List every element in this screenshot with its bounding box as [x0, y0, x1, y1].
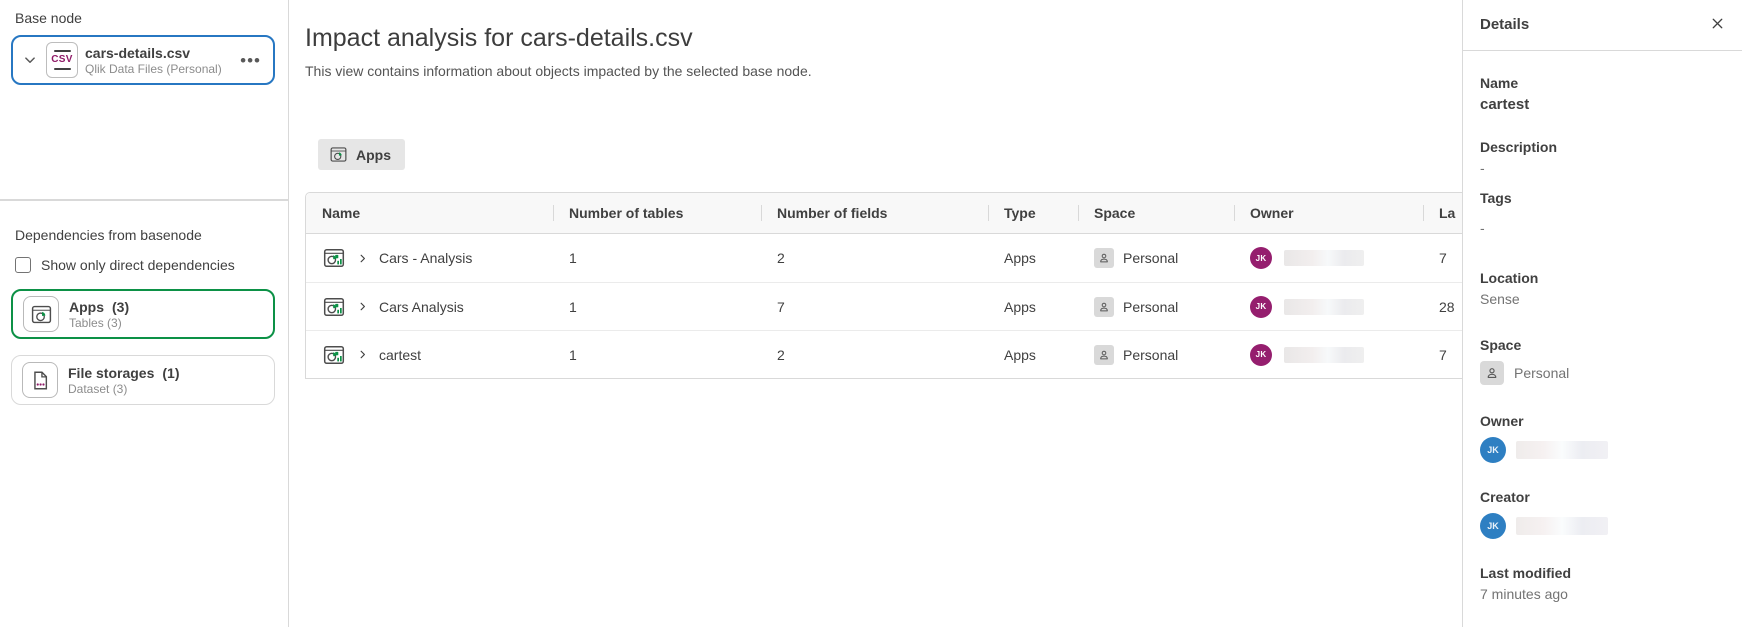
dependency-card-apps[interactable]: Apps (3) Tables (3) [11, 289, 275, 339]
csv-badge-text: CSV [51, 55, 72, 65]
dep-card-subtitle: Dataset (3) [68, 382, 180, 396]
apps-chip-label: Apps [356, 147, 391, 163]
impact-analysis-screen: Base node CSV cars-details.csv Qlik Data… [0, 0, 1742, 627]
dep-card-subtitle: Tables (3) [69, 316, 129, 330]
expand-chevron-icon[interactable] [356, 300, 369, 313]
column-header-name: Name [306, 205, 553, 221]
impact-table: Name Number of tables Number of fields T… [305, 192, 1462, 379]
dep-card-title: Apps [69, 299, 104, 315]
row-last-modified: 7 [1423, 250, 1462, 266]
row-fields: 2 [761, 250, 988, 266]
details-field-last-modified: Last modified 7 minutes ago [1480, 565, 1726, 602]
row-name: Cars - Analysis [379, 250, 472, 266]
details-last-modified-value: 7 minutes ago [1480, 586, 1726, 602]
sidebar-divider [0, 199, 288, 201]
row-space: Personal [1123, 347, 1178, 363]
row-fields: 7 [761, 299, 988, 315]
apps-icon [23, 296, 59, 332]
app-chart-icon [322, 295, 346, 319]
details-field-name: Name cartest [1480, 75, 1726, 113]
row-tables: 1 [553, 299, 761, 315]
column-header-last-modified: La [1423, 205, 1462, 221]
row-space: Personal [1123, 299, 1178, 315]
row-type: Apps [988, 347, 1078, 363]
details-field-location: Location Sense [1480, 270, 1726, 307]
app-chart-icon [322, 246, 346, 270]
close-icon[interactable] [1709, 5, 1726, 32]
details-tags-value: - [1480, 220, 1726, 236]
redacted-owner-name [1516, 441, 1608, 459]
row-name: cartest [379, 347, 421, 363]
row-tables: 1 [553, 250, 761, 266]
page-title: Impact analysis for cars-details.csv [305, 24, 1462, 53]
row-last-modified: 7 [1423, 347, 1462, 363]
personal-space-icon [1094, 248, 1114, 268]
csv-file-icon: CSV [46, 42, 78, 78]
column-header-fields: Number of fields [761, 205, 988, 221]
table-row[interactable]: Cars - Analysis 1 2 Apps Personal JK 7 [306, 234, 1462, 282]
base-node-label: Base node [15, 10, 288, 26]
dep-card-title: File storages [68, 365, 154, 381]
redacted-creator-name [1516, 517, 1608, 535]
column-header-owner: Owner [1234, 205, 1423, 221]
details-field-tags: Tags - [1480, 190, 1726, 236]
details-title: Details [1480, 4, 1529, 33]
details-panel: Details Name cartest Description - Tags … [1462, 0, 1742, 627]
sidebar: Base node CSV cars-details.csv Qlik Data… [0, 0, 289, 627]
dep-card-count: (3) [112, 299, 129, 315]
expand-chevron-icon[interactable] [356, 348, 369, 361]
row-type: Apps [988, 250, 1078, 266]
details-space-value: Personal [1514, 365, 1569, 381]
table-row[interactable]: Cars Analysis 1 7 Apps Personal JK 28 [306, 282, 1462, 330]
row-tables: 1 [553, 347, 761, 363]
base-node-title: cars-details.csv [85, 45, 222, 61]
personal-space-icon [1480, 361, 1504, 385]
expand-chevron-icon[interactable] [356, 252, 369, 265]
checkbox-icon[interactable] [15, 257, 31, 273]
row-space: Personal [1123, 250, 1178, 266]
checkbox-label: Show only direct dependencies [41, 257, 235, 273]
owner-avatar: JK [1250, 344, 1272, 366]
column-header-tables: Number of tables [553, 205, 761, 221]
details-description-value: - [1480, 160, 1726, 176]
details-location-value: Sense [1480, 291, 1726, 307]
chevron-down-icon[interactable] [21, 51, 39, 69]
details-field-description: Description - [1480, 139, 1726, 176]
row-type: Apps [988, 299, 1078, 315]
row-last-modified: 28 [1423, 299, 1462, 315]
details-name-value: cartest [1480, 96, 1726, 113]
owner-avatar: JK [1480, 437, 1506, 463]
details-field-creator: Creator JK [1480, 489, 1726, 539]
main-content: Impact analysis for cars-details.csv Thi… [290, 0, 1462, 627]
row-fields: 2 [761, 347, 988, 363]
base-node-card[interactable]: CSV cars-details.csv Qlik Data Files (Pe… [11, 35, 275, 85]
dep-card-count: (1) [162, 365, 179, 381]
details-field-space: Space Personal [1480, 337, 1726, 385]
owner-avatar: JK [1250, 247, 1272, 269]
redacted-owner-name [1284, 250, 1364, 266]
redacted-owner-name [1284, 299, 1364, 315]
column-header-type: Type [988, 205, 1078, 221]
owner-avatar: JK [1250, 296, 1272, 318]
table-header-row: Name Number of tables Number of fields T… [306, 193, 1462, 234]
file-storage-icon [22, 362, 58, 398]
personal-space-icon [1094, 297, 1114, 317]
apps-icon [329, 145, 348, 164]
creator-avatar: JK [1480, 513, 1506, 539]
redacted-owner-name [1284, 347, 1364, 363]
column-header-space: Space [1078, 205, 1234, 221]
details-field-owner: Owner JK [1480, 413, 1726, 463]
personal-space-icon [1094, 345, 1114, 365]
table-row[interactable]: cartest 1 2 Apps Personal JK 7 [306, 330, 1462, 378]
row-name: Cars Analysis [379, 299, 464, 315]
page-subtitle: This view contains information about obj… [305, 63, 1462, 79]
apps-filter-chip[interactable]: Apps [318, 139, 405, 170]
direct-dependencies-checkbox[interactable]: Show only direct dependencies [15, 257, 288, 273]
dependencies-heading: Dependencies from basenode [15, 227, 288, 243]
app-chart-icon [322, 343, 346, 367]
base-node-subtitle: Qlik Data Files (Personal) [85, 62, 222, 76]
more-options-icon[interactable]: ••• [236, 50, 265, 71]
dependency-card-file-storages[interactable]: File storages (1) Dataset (3) [11, 355, 275, 405]
